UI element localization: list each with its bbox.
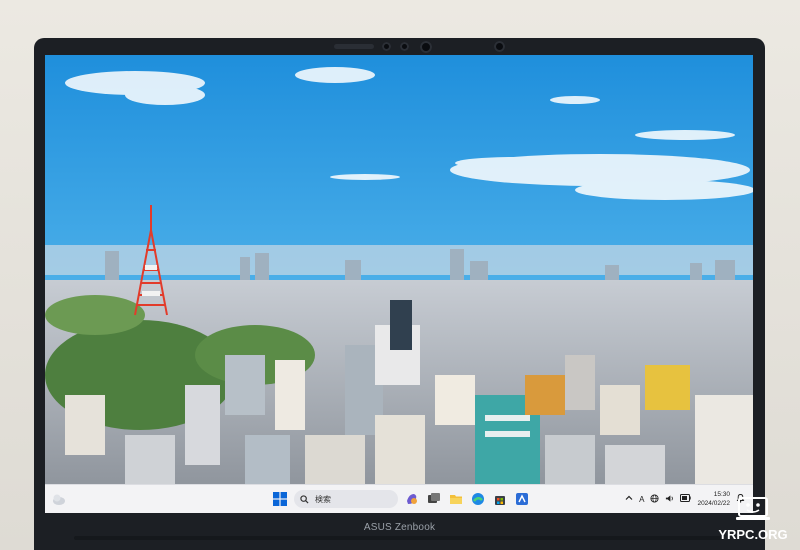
laptop-screen: 検索 A 15:30 2024/02/22 bbox=[45, 55, 753, 513]
sensor-dot-icon bbox=[494, 41, 505, 52]
site-watermark: YRPC.ORG bbox=[716, 496, 790, 542]
network-icon[interactable] bbox=[650, 493, 660, 505]
microsoft-store-icon[interactable] bbox=[492, 491, 508, 507]
search-icon bbox=[300, 494, 309, 504]
webcam-icon bbox=[420, 41, 432, 53]
myasus-app-icon[interactable] bbox=[514, 491, 530, 507]
laptop-lid: 検索 A 15:30 2024/02/22 ASUS Zenbook bbox=[34, 38, 765, 550]
copilot-icon[interactable] bbox=[404, 491, 420, 507]
desktop-wallpaper bbox=[45, 55, 753, 513]
file-explorer-icon[interactable] bbox=[448, 491, 464, 507]
ir-sensor bbox=[334, 44, 374, 49]
battery-icon[interactable] bbox=[680, 494, 692, 504]
weather-icon[interactable] bbox=[51, 491, 67, 507]
taskbar-search-box[interactable]: 検索 bbox=[294, 490, 398, 508]
watermark-text: YRPC.ORG bbox=[718, 527, 788, 542]
volume-icon[interactable] bbox=[665, 494, 674, 505]
taskbar: 検索 A 15:30 2024/02/22 bbox=[45, 484, 753, 513]
webcam-module bbox=[324, 40, 554, 54]
windows-start-icon[interactable] bbox=[272, 491, 288, 507]
ime-indicator[interactable]: A bbox=[639, 495, 644, 504]
search-placeholder: 検索 bbox=[315, 494, 331, 504]
sensor-dot-icon bbox=[400, 42, 409, 51]
sensor-dot-icon bbox=[382, 42, 391, 51]
edge-browser-icon[interactable] bbox=[470, 491, 486, 507]
task-view-icon[interactable] bbox=[426, 491, 442, 507]
watermark-logo-icon bbox=[736, 497, 770, 520]
laptop-hinge bbox=[74, 536, 724, 540]
chevron-up-icon[interactable] bbox=[625, 494, 633, 504]
taskbar-center: 検索 bbox=[272, 489, 530, 509]
